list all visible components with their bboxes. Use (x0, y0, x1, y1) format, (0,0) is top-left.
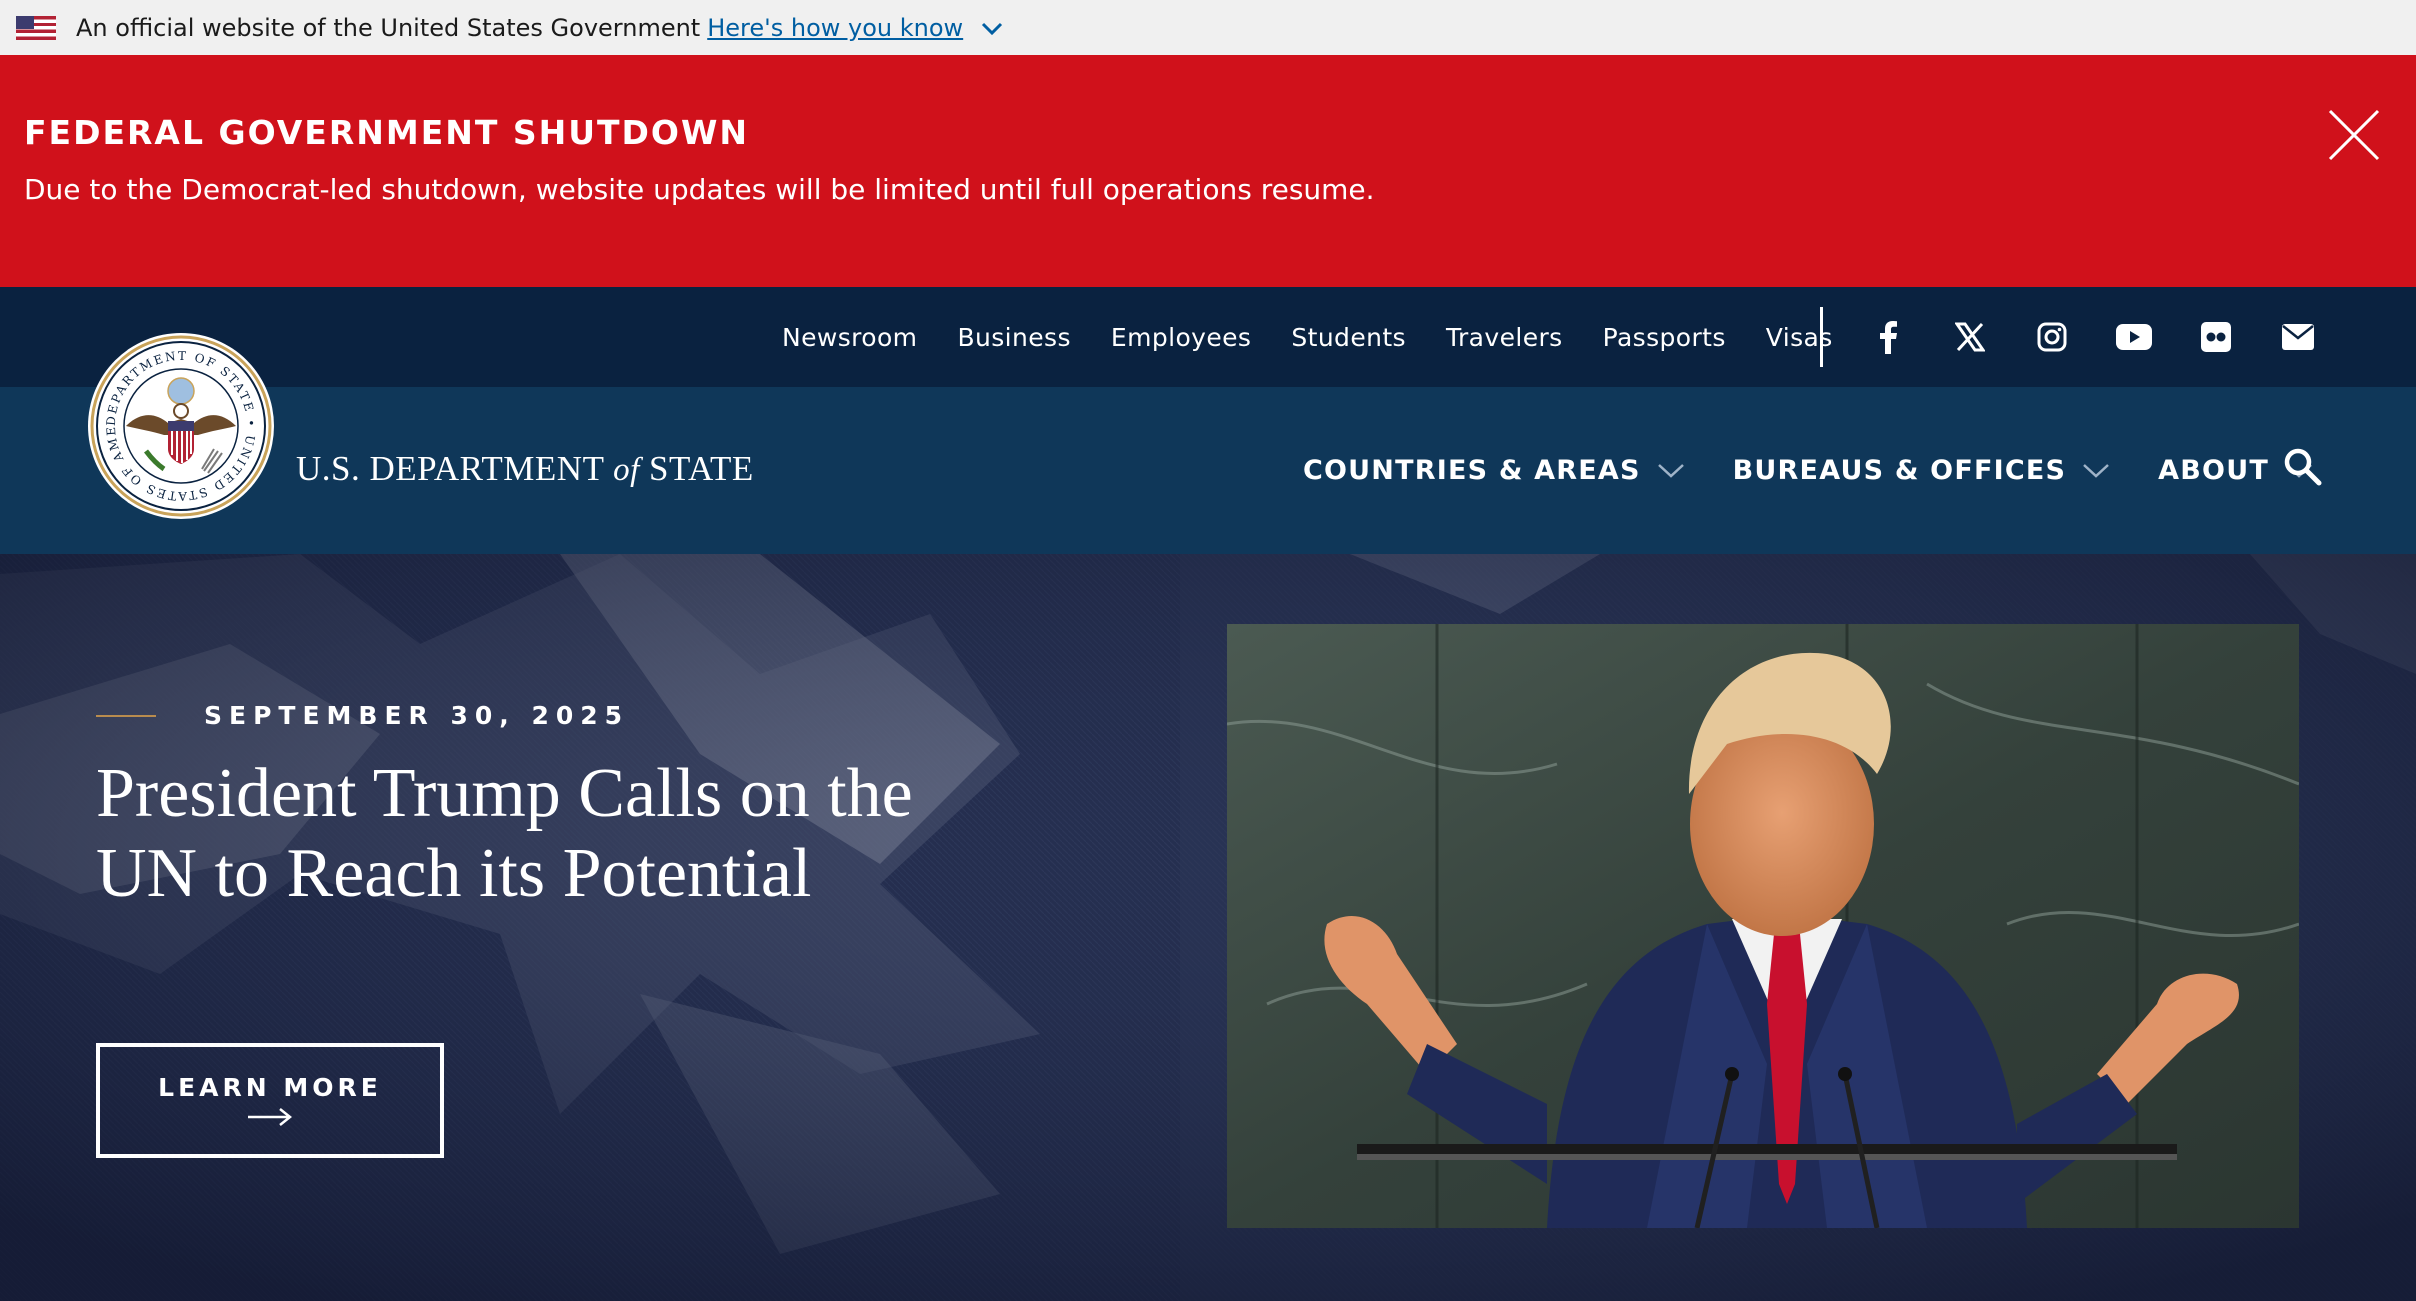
us-flag-icon (16, 15, 56, 40)
hero-date: SEPTEMBER 30, 2025 (204, 701, 630, 730)
alert-title: FEDERAL GOVERNMENT SHUTDOWN (24, 113, 750, 152)
nav-divider (1820, 307, 1823, 367)
chevron-down-icon (2083, 463, 2110, 478)
menu-label: ABOUT (2158, 455, 2269, 486)
menu-label: COUNTRIES & AREAS (1303, 455, 1641, 486)
date-accent-line (96, 715, 156, 717)
hero-photo-president-at-podium[interactable] (1227, 624, 2299, 1228)
search-icon[interactable] (2283, 447, 2323, 487)
department-of-state-seal[interactable]: DEPARTMENT OF STATE • UNITED STATES OF A… (86, 331, 276, 521)
hero-section: SEPTEMBER 30, 2025 President Trump Calls… (0, 554, 2416, 1301)
instagram-icon[interactable] (2034, 319, 2070, 355)
social-links (1870, 287, 2362, 387)
close-icon[interactable] (2326, 107, 2382, 163)
chevron-down-icon (1657, 463, 1684, 478)
utility-nav: Newsroom Business Employees Students Tra… (0, 287, 2416, 387)
menu-label: BUREAUS & OFFICES (1732, 455, 2067, 486)
menu-countries-areas[interactable]: COUNTRIES & AREAS (1303, 455, 1685, 486)
x-icon[interactable] (1952, 319, 1988, 355)
nav-link-travelers[interactable]: Travelers (1446, 323, 1563, 352)
official-website-text: An official website of the United States… (76, 13, 701, 42)
nav-link-newsroom[interactable]: Newsroom (782, 323, 917, 352)
flickr-icon[interactable] (2198, 319, 2234, 355)
main-nav: DEPARTMENT OF STATE • UNITED STATES OF A… (0, 331, 2416, 554)
shutdown-alert: FEDERAL GOVERNMENT SHUTDOWN Due to the D… (0, 55, 2416, 287)
nav-link-business[interactable]: Business (957, 323, 1070, 352)
learn-more-label: LEARN MORE (158, 1073, 382, 1102)
nav-link-passports[interactable]: Passports (1603, 323, 1726, 352)
email-icon[interactable] (2280, 319, 2316, 355)
primary-menu: COUNTRIES & AREAS BUREAUS & OFFICES ABOU… (1303, 387, 2361, 554)
department-wordmark[interactable]: U.S. DEPARTMENT of STATE (296, 449, 754, 489)
nav-link-employees[interactable]: Employees (1111, 323, 1251, 352)
arrow-right-icon (248, 1108, 293, 1126)
nav-link-students[interactable]: Students (1291, 323, 1406, 352)
utility-links: Newsroom Business Employees Students Tra… (782, 287, 1873, 387)
hero-headline[interactable]: President Trump Calls on the UN to Reach… (96, 754, 956, 914)
alert-message: Due to the Democrat-led shutdown, websit… (24, 173, 1375, 206)
chevron-down-icon[interactable] (979, 18, 1005, 38)
facebook-icon[interactable] (1870, 319, 1906, 355)
brand-prefix: U.S. DEPARTMENT (296, 449, 604, 488)
heres-how-you-know-link[interactable]: Here's how you know (707, 14, 963, 42)
menu-bureaus-offices[interactable]: BUREAUS & OFFICES (1733, 455, 2111, 486)
learn-more-button[interactable]: LEARN MORE (96, 1043, 444, 1158)
youtube-icon[interactable] (2116, 319, 2152, 355)
official-gov-banner: An official website of the United States… (0, 0, 2416, 55)
brand-of: of (613, 452, 640, 488)
brand-suffix: STATE (649, 449, 754, 488)
